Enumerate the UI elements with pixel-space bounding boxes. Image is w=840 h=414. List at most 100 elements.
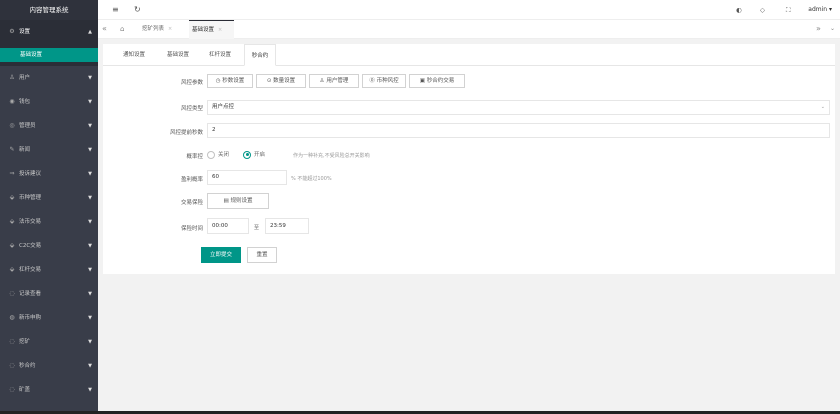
risk-button-label: 秒数设置 <box>222 78 245 84</box>
sidebar-item-news[interactable]: ✎ 新闻 ▼ <box>0 138 98 162</box>
sidebar-item-contract[interactable]: ◌ 秒合约 ▼ <box>0 354 98 378</box>
tab-leverage-settings[interactable]: 杠杆设置 <box>201 44 239 66</box>
radio-on-dot[interactable] <box>243 150 251 159</box>
tab-second-contract[interactable]: 秒合约 <box>244 44 276 66</box>
sidebar-item-label: 币种管理 <box>19 195 42 201</box>
coin-icon: ⬙ <box>9 194 15 201</box>
home-icon[interactable]: ⌂ <box>120 20 124 38</box>
radio-off-label: 关闭 <box>218 152 230 158</box>
document-icon: ▤ <box>223 198 229 204</box>
risk-type-select[interactable]: 用户点控 ⌄ <box>207 100 830 115</box>
sidebar-item-mining[interactable]: ◌ 挖矿 ▼ <box>0 330 98 354</box>
risk-button-user[interactable]: ♙ 用户管理 <box>309 74 359 88</box>
risk-delay-input[interactable]: 2 <box>207 123 830 138</box>
profit-rate-label: 盈利概率 <box>180 177 203 183</box>
odds-control-label: 概率控 <box>186 154 203 160</box>
empty-workspace <box>98 274 840 414</box>
newcoin-icon: ◍ <box>9 314 15 321</box>
profit-rate-input[interactable]: 60 <box>207 170 287 185</box>
caret-down-icon: ▼ <box>88 315 92 321</box>
fiat-icon: ⬙ <box>9 218 15 225</box>
record-icon: ◌ <box>9 290 15 297</box>
protect-time-label: 保险时间 <box>180 226 203 232</box>
risk-button-trade[interactable]: ▣ 秒合约交易 <box>409 74 465 88</box>
sidebar-item-label: 秒合约 <box>19 363 36 369</box>
profit-rate-hint: % 不能超过100% <box>291 176 332 182</box>
caret-down-icon: ▼ <box>88 123 92 129</box>
page-tab-bar: « ⌂ 挖矿列表 × 基础设置 × » ⌄ <box>98 20 840 39</box>
c2c-icon: ⬙ <box>9 242 15 249</box>
close-icon[interactable]: × <box>168 26 172 32</box>
fullscreen-icon[interactable]: ⛶ <box>786 0 791 20</box>
risk-button-label: 数量设置 <box>273 78 296 84</box>
tab-basic-settings[interactable]: 基础设置 <box>159 44 197 66</box>
admin-label: admin <box>808 6 828 13</box>
risk-delay-label: 风控提前秒数 <box>169 130 203 136</box>
time-start-input[interactable]: 00:00 <box>207 218 249 234</box>
caret-up-icon: ▲ <box>88 29 92 35</box>
radio-on-label: 开启 <box>254 152 266 158</box>
tabs-prev-icon[interactable]: « <box>102 20 107 38</box>
sidebar-item-feedback[interactable]: ⇒ 投诉建议 ▼ <box>0 162 98 186</box>
sidebar: 内容管理系统 ⚙ 设置 ▲ 基础设置 ♙ 用户 ▼ ◉ 钱包 ▼ ◎ 管理员 ▼ ✎ 新闻 ▼ ⇒ 投诉建议 ▼… <box>0 0 98 414</box>
page-tab-label: 基础设置 <box>192 27 215 33</box>
sidebar-item-record[interactable]: ◌ 记录查看 ▼ <box>0 282 98 306</box>
sidebar-item-label: 投诉建议 <box>19 171 42 177</box>
radio-off-dot[interactable] <box>207 150 215 159</box>
brand-title: 内容管理系统 <box>0 0 98 20</box>
caret-down-icon: ▼ <box>88 339 92 345</box>
sidebar-item-wallet[interactable]: ◉ 钱包 ▼ <box>0 90 98 114</box>
submit-button[interactable]: 立即提交 <box>201 247 241 263</box>
tab-notify-settings[interactable]: 通知设置 <box>115 44 153 66</box>
menu-toggle-icon[interactable]: ≡ <box>112 0 119 20</box>
radio-off[interactable]: 关闭 <box>207 150 229 160</box>
sidebar-item-label: 设置 <box>19 29 31 35</box>
caret-down-icon: ▼ <box>88 219 92 225</box>
sidebar-item-label: 钱包 <box>19 99 31 105</box>
sidebar-item-fiat[interactable]: ⬙ 法币交易 ▼ <box>0 210 98 234</box>
coin-risk-icon: ⓪ <box>369 78 375 84</box>
theme-icon[interactable]: ◐ <box>736 0 742 20</box>
time-end-input[interactable]: 23:59 <box>265 218 309 234</box>
sidebar-item-label: 管理员 <box>19 123 36 129</box>
sidebar-item-newcoin[interactable]: ◍ 新币申购 ▼ <box>0 306 98 330</box>
sidebar-item-leverage[interactable]: ⬙ 杠杆交易 ▼ <box>0 258 98 282</box>
sidebar-item-settings[interactable]: ⚙ 设置 ▲ <box>0 20 98 44</box>
reset-button[interactable]: 重置 <box>247 247 277 263</box>
admin-menu[interactable]: admin ▾ <box>808 0 832 20</box>
tabs-menu-icon[interactable]: ⌄ <box>830 20 835 38</box>
rule-settings-label: 规则设置 <box>230 198 253 204</box>
close-icon[interactable]: × <box>218 27 222 33</box>
radio-on[interactable]: 开启 <box>243 150 265 160</box>
risk-button-amount[interactable]: ⊙ 数量设置 <box>256 74 306 88</box>
risk-button-label: 币种风控 <box>376 78 399 84</box>
sidebar-item-coin[interactable]: ⬙ 币种管理 ▼ <box>0 186 98 210</box>
page-tab-mining-list[interactable]: 挖矿列表 × <box>142 20 184 39</box>
odds-hint: 作为一种补充,不受风险总开关影响 <box>293 153 370 159</box>
trade-icon: ▣ <box>419 78 425 84</box>
sidebar-item-label: 法币交易 <box>19 219 42 225</box>
gear-icon: ⚙ <box>9 28 15 35</box>
sidebar-item-admin[interactable]: ◎ 管理员 ▼ <box>0 114 98 138</box>
refresh-icon[interactable]: ↻ <box>134 0 141 20</box>
sidebar-item-pool[interactable]: ◌ 矿盖 ▼ <box>0 378 98 402</box>
sidebar-item-label: 挖矿 <box>19 339 31 345</box>
rule-settings-button[interactable]: ▤ 规则设置 <box>207 193 269 209</box>
tabs-next-icon[interactable]: » <box>816 20 821 38</box>
sidebar-item-user[interactable]: ♙ 用户 ▼ <box>0 66 98 90</box>
sidebar-item-label: 记录查看 <box>19 291 42 297</box>
user-icon: ♙ <box>9 74 15 81</box>
sidebar-item-label: 用户 <box>19 75 31 81</box>
caret-down-icon: ▼ <box>88 243 92 249</box>
risk-button-clock[interactable]: ◷ 秒数设置 <box>207 74 253 88</box>
caret-down-icon: ▼ <box>88 99 92 105</box>
chevron-down-icon: ⌄ <box>820 104 825 110</box>
time-separator: 至 <box>254 225 260 231</box>
sidebar-subitem-basic-settings[interactable]: 基础设置 <box>0 48 98 62</box>
risk-button-coin-risk[interactable]: ⓪ 币种风控 <box>362 74 406 88</box>
risk-params-label: 风控参数 <box>180 80 203 86</box>
sidebar-item-c2c[interactable]: ⬙ C2C交易 ▼ <box>0 234 98 258</box>
wallet-icon: ◉ <box>9 98 15 105</box>
page-tab-basic-settings[interactable]: 基础设置 × <box>189 20 234 39</box>
tag-icon[interactable]: ◇ <box>760 0 765 20</box>
